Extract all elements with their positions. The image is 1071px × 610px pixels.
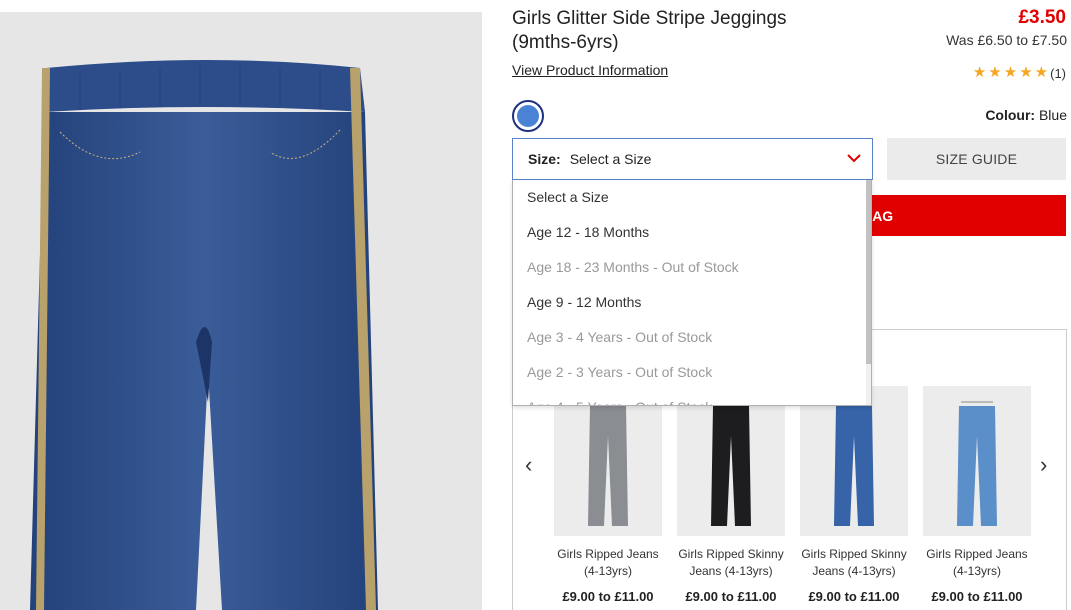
- recommendation-price: £9.00 to £11.00: [685, 589, 777, 604]
- recommendation-name[interactable]: Girls Ripped Jeans (4-13yrs): [923, 546, 1031, 580]
- size-option[interactable]: Select a Size: [513, 180, 871, 215]
- swatch-fill: [517, 105, 539, 127]
- colour-indicator: Colour: Blue: [985, 107, 1067, 123]
- size-option[interactable]: Age 9 - 12 Months: [513, 285, 871, 320]
- size-guide-button[interactable]: SIZE GUIDE: [887, 138, 1066, 180]
- rating-count: (1): [1050, 65, 1066, 81]
- recommendation-name[interactable]: Girls Ripped Skinny Jeans (4-13yrs): [677, 546, 785, 580]
- recommendation-card[interactable]: Girls Ripped Skinny Jeans (4-13yrs) £9.00…: [677, 386, 785, 604]
- recommendation-card[interactable]: Girls Ripped Jeans (4-13yrs) £9.00 to £11…: [554, 386, 662, 604]
- colour-swatch-blue[interactable]: [512, 100, 544, 132]
- product-title: Girls Glitter Side Stripe Jeggings (9mth…: [512, 8, 787, 53]
- scrollbar-thumb[interactable]: [866, 180, 871, 364]
- size-option[interactable]: Age 18 - 23 Months - Out of Stock: [513, 250, 871, 285]
- size-label: Size:: [528, 151, 561, 167]
- size-selected-value: Select a Size: [569, 151, 652, 167]
- size-select[interactable]: Size: Select a Size: [512, 138, 873, 180]
- carousel-prev-arrow-icon[interactable]: ‹: [525, 452, 532, 478]
- colour-value: Blue: [1038, 107, 1067, 123]
- size-option[interactable]: Age 12 - 18 Months: [513, 215, 871, 250]
- colour-label: Colour:: [985, 107, 1036, 123]
- view-product-information-link[interactable]: View Product Information: [512, 62, 668, 78]
- carousel-next-arrow-icon[interactable]: ›: [1040, 452, 1047, 478]
- dropdown-scrollbar[interactable]: [866, 180, 871, 405]
- star-icon: ★: [1019, 64, 1033, 81]
- size-option[interactable]: Age 4 - 5 Years - Out of Stock: [513, 390, 871, 405]
- size-option[interactable]: Age 2 - 3 Years - Out of Stock: [513, 355, 871, 390]
- recommendation-image[interactable]: [800, 386, 908, 536]
- recommendation-image[interactable]: [554, 386, 662, 536]
- product-price: £3.50: [1018, 7, 1066, 28]
- recommendation-name[interactable]: Girls Ripped Jeans (4-13yrs): [554, 546, 662, 580]
- recommendation-price: £9.00 to £11.00: [931, 589, 1023, 604]
- star-icon: ★: [988, 64, 1002, 81]
- recommendation-name[interactable]: Girls Ripped Skinny Jeans (4-13yrs): [800, 546, 908, 580]
- chevron-down-icon: [847, 154, 861, 163]
- size-dropdown-list: Select a Size Age 12 - 18 Months Age 18 - …: [512, 180, 872, 406]
- product-rating[interactable]: ★ ★ ★ ★ ★ (1): [973, 65, 1066, 81]
- recommendation-price: £9.00 to £11.00: [808, 589, 900, 604]
- recommendation-image[interactable]: [677, 386, 785, 536]
- star-icon: ★: [1003, 64, 1018, 81]
- recommendation-image[interactable]: [923, 386, 1031, 536]
- recommendation-card[interactable]: Girls Ripped Skinny Jeans (4-13yrs) £9.00…: [800, 386, 908, 604]
- was-price: Was £6.50 to £7.50: [946, 32, 1067, 48]
- product-image[interactable]: [0, 12, 482, 610]
- recommendation-price: £9.00 to £11.00: [562, 589, 654, 604]
- star-icon: ★: [972, 64, 987, 81]
- recommendation-card[interactable]: Girls Ripped Jeans (4-13yrs) £9.00 to £11…: [923, 386, 1031, 604]
- star-icon: ★: [1034, 64, 1049, 81]
- size-option[interactable]: Age 3 - 4 Years - Out of Stock: [513, 320, 871, 355]
